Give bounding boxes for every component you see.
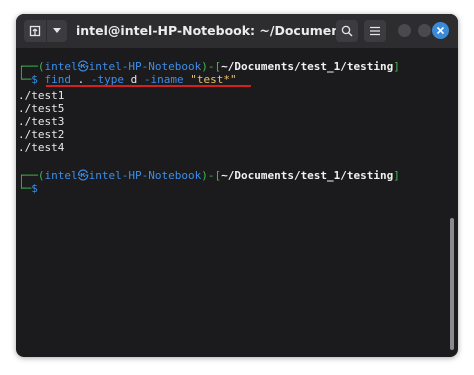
close-button[interactable] [432,22,449,39]
prompt-user: intel [44,60,78,73]
prompt-path: ~/Documents/test_1/testing [221,169,394,182]
output-line: ./test3 [18,115,65,128]
red-underline-annotation [46,85,251,87]
prompt-host: intel-HP-Notebook [88,60,202,73]
menu-button[interactable] [364,20,386,42]
current-prompt-line[interactable]: └─$ [18,182,38,195]
output-line: ./test5 [18,102,65,115]
prompt-bracket-end: ] [393,60,400,73]
title-bar: intel@intel-HP-Notebook: ~/Documents/tes… [16,14,458,48]
output-line: ./test2 [18,128,65,141]
close-icon [436,26,445,35]
prompt-bracket-end: ] [393,169,400,182]
output-line: ./test4 [18,141,65,154]
new-tab-button[interactable] [24,20,46,42]
prompt-line: ┌──(intel㉿intel-HP-Notebook)-[~/Document… [18,169,400,182]
prompt-at-symbol: ㉿ [77,169,89,182]
new-tab-icon [29,25,41,37]
terminal-output[interactable]: ┌──(intel㉿intel-HP-Notebook)-[~/Document… [16,48,458,357]
search-icon [341,25,353,37]
tab-dropdown-button[interactable] [47,20,67,42]
prompt-corner-top: ┌──( [18,60,45,73]
prompt-line: ┌──(intel㉿intel-HP-Notebook)-[~/Document… [18,60,400,73]
scrollbar[interactable] [450,218,454,350]
prompt-separator: )-[ [201,60,222,73]
prompt-user: intel [44,169,78,182]
prompt-corner-top: ┌──( [18,169,45,182]
search-button[interactable] [336,20,358,42]
prompt-host: intel-HP-Notebook [88,169,202,182]
prompt-at-symbol: ㉿ [77,60,89,73]
output-line: ./test1 [18,89,65,102]
minimize-button[interactable] [398,24,411,37]
terminal-window: intel@intel-HP-Notebook: ~/Documents/tes… [16,14,458,357]
prompt-separator: )-[ [201,169,222,182]
prompt-path: ~/Documents/test_1/testing [221,60,394,73]
window-title: intel@intel-HP-Notebook: ~/Documents/tes… [76,23,338,38]
chevron-down-icon [53,28,61,33]
prompt-dollar: $ [31,182,38,195]
prompt-corner-bottom: └─ [18,73,32,86]
maximize-button[interactable] [418,24,431,37]
prompt-corner-bottom: └─ [18,182,32,195]
prompt-dollar: $ [31,73,38,86]
hamburger-menu-icon [370,26,380,36]
